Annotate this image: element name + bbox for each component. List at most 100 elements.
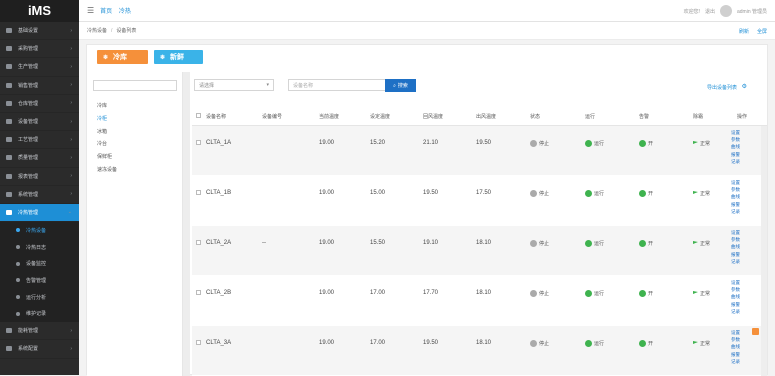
crumb-home[interactable]: 首页 [100,9,112,15]
search-button[interactable]: ⌕ 搜索 [385,79,416,92]
row-action-link[interactable]: 设置 [731,129,745,136]
row-action-link[interactable]: 记录 [731,208,745,215]
row-action-link[interactable]: 报警 [731,351,745,358]
tree-item[interactable]: 保鲜柜 [97,151,117,164]
submenu-item-4[interactable]: 运行分析 [0,289,79,306]
row-actions: 设置 参数 曲线 报警 记录 [731,129,745,165]
tree-item[interactable]: 冷台 [97,138,117,151]
sidebar-item-9[interactable]: 系统管理 › [0,186,79,204]
row-action-link[interactable]: 参数 [731,236,745,243]
table-row[interactable]: CLTA_1A 19.00 15.20 21.10 19.50 停止 运行 开 正常 设置… [192,126,767,176]
submenu-item-1[interactable]: 冷热日志 [0,239,79,256]
th-code[interactable]: 设备编号 [262,113,282,120]
sidebar-item-0[interactable]: 基础设置 › [0,22,79,41]
row-action-link[interactable]: 参数 [731,186,745,193]
row-action-link[interactable]: 设置 [731,229,745,236]
path-item-1[interactable]: 冷热设备 [87,27,107,34]
feedback-icon[interactable] [752,328,759,335]
table-scrollbar[interactable] [761,126,767,376]
panel-scrollbar[interactable] [183,72,190,376]
cell-cur: 19.00 [319,290,335,296]
row-checkbox[interactable] [196,140,201,145]
submenu-item-2[interactable]: 设备监控 [0,255,79,272]
row-action-link[interactable]: 曲线 [731,193,745,200]
logout-link[interactable]: 退出 [705,8,715,15]
th-defrost[interactable]: 除霜 [693,113,703,120]
type-select[interactable]: 请选择 ▾ [194,79,274,91]
table-row[interactable]: CLTA_3A 19.00 17.00 19.50 18.10 停止 运行 开 正常 设置… [192,326,767,376]
row-action-link[interactable]: 报警 [731,151,745,158]
sidebar-item-8[interactable]: 报表管理 › [0,168,79,186]
chevron-icon: › [70,345,72,352]
sidebar-item-5[interactable]: 设备管理 › [0,113,79,132]
submenu-item-5[interactable]: 维护记录 [0,306,79,323]
sidebar-bottom-item-0[interactable]: 能耗管理 › [0,322,79,341]
sidebar-item-4[interactable]: 仓库管理 › [0,95,79,113]
sidebar-item-7[interactable]: 质量管理 › [0,149,79,168]
row-action-link[interactable]: 曲线 [731,293,745,300]
th-run[interactable]: 运行 [585,113,595,120]
row-action-link[interactable]: 报警 [731,301,745,308]
th-return[interactable]: 回风温度 [423,113,443,120]
th-alarm[interactable]: 告警 [639,113,649,120]
th-out[interactable]: 出风温度 [476,113,496,120]
crumb-current[interactable]: 冷热 [119,9,131,15]
alarm-badge: 开 [639,340,653,347]
row-checkbox[interactable] [196,190,201,195]
tree-search-input[interactable] [93,80,177,91]
sidebar-item-1[interactable]: 采购管理 › [0,40,79,59]
row-checkbox[interactable] [196,340,201,345]
row-action-link[interactable]: 参数 [731,136,745,143]
row-action-link[interactable]: 设置 [731,179,745,186]
sidebar-item-6[interactable]: 工艺管理 › [0,131,79,150]
export-link[interactable]: 导出设备列表 [707,84,737,91]
row-action-link[interactable]: 记录 [731,158,745,165]
path-item-2: 设备列表 [116,28,137,34]
row-action-link[interactable]: 报警 [731,251,745,258]
settings-icon[interactable]: ⚙ [742,83,747,90]
cold-storage-button[interactable]: ❄ 冷库 [97,50,148,64]
sidebar-item-label: 生产管理 [18,64,39,71]
tree-item[interactable]: 冰箱 [97,126,117,139]
menu-icon [6,137,12,143]
table-row[interactable]: CLTA_2A -- 19.00 15.50 19.10 18.10 停止 运行 开 正常 … [192,226,767,276]
sidebar-item-10[interactable]: 冷热管理 ⌄ [0,203,79,223]
th-status[interactable]: 状态 [530,113,540,120]
sidebar-item-3[interactable]: 销售管理 › [0,77,79,95]
row-action-link[interactable]: 报警 [731,201,745,208]
th-set[interactable]: 设定温度 [370,113,390,120]
submenu-item-0[interactable]: 冷热设备 [0,222,79,239]
tree-item[interactable]: 冷柜 [97,113,117,126]
refresh-link[interactable]: 刷新 [739,28,749,35]
th-current[interactable]: 当前温度 [319,113,339,120]
row-action-link[interactable]: 参数 [731,286,745,293]
row-action-link[interactable]: 参数 [731,336,745,343]
select-all-checkbox[interactable] [196,113,201,118]
table-row[interactable]: CLTA_1B 19.00 15.00 19.50 17.50 停止 运行 开 正常 设置… [192,176,767,226]
row-action-link[interactable]: 曲线 [731,343,745,350]
menu-toggle-icon[interactable]: ☰ [87,6,94,15]
row-action-link[interactable]: 曲线 [731,243,745,250]
row-action-link[interactable]: 设置 [731,279,745,286]
device-name-input[interactable]: 设备名称 [288,79,386,91]
avatar[interactable] [719,5,732,17]
row-action-link[interactable]: 设置 [731,329,745,336]
th-name[interactable]: 设备名称 [206,113,226,120]
chevron-icon: › [70,154,72,161]
row-action-link[interactable]: 曲线 [731,143,745,150]
table-row[interactable]: CLTA_2B 19.00 17.00 17.70 18.10 停止 运行 开 正常 设置… [192,276,767,326]
row-action-link[interactable]: 记录 [731,308,745,315]
user-name[interactable]: admin 管理员 [737,8,767,15]
tree-item[interactable]: 冷库 [97,100,117,113]
fullscreen-link[interactable]: 全屏 [757,28,767,35]
status-badge: 停止 [530,290,549,297]
sidebar-bottom-item-1[interactable]: 系统配置 › [0,340,79,359]
row-checkbox[interactable] [196,290,201,295]
row-action-link[interactable]: 记录 [731,258,745,265]
row-checkbox[interactable] [196,240,201,245]
fresh-button[interactable]: ❄ 新鲜 [154,50,203,64]
tree-item[interactable]: 速冻设备 [97,164,117,177]
sidebar-item-2[interactable]: 生产管理 › [0,58,79,77]
row-action-link[interactable]: 记录 [731,358,745,365]
submenu-item-3[interactable]: 告警管理 [0,272,79,289]
